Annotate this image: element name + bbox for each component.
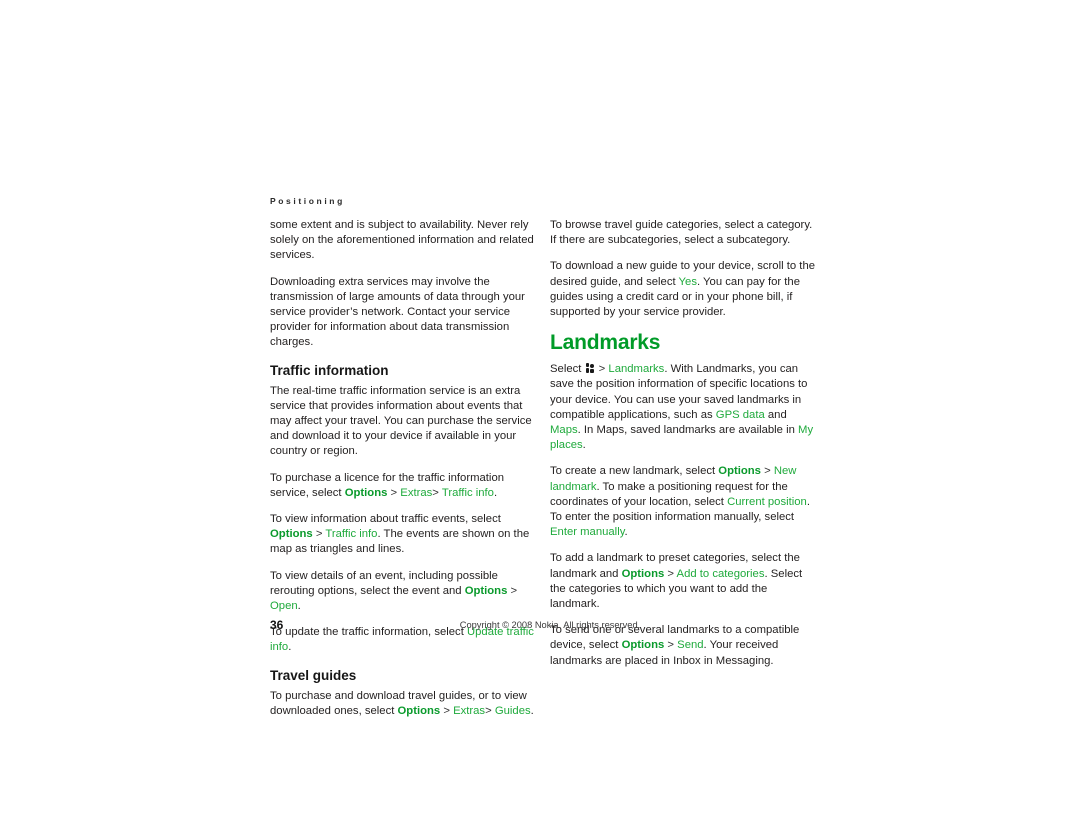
- text-run: .: [288, 641, 292, 654]
- text-run: To view information about traffic events…: [270, 513, 501, 526]
- menu-separator: >: [664, 567, 677, 580]
- text-run: . In Maps, saved landmarks are available…: [577, 424, 799, 437]
- paragraph-download-new-guide: To download a new guide to your device, …: [550, 259, 818, 320]
- paragraph-purchase-licence: To purchase a licence for the traffic in…: [270, 471, 538, 501]
- text-run: .: [297, 600, 301, 613]
- menu-term-extras: Extras: [453, 704, 486, 717]
- text-run: .: [493, 486, 498, 499]
- paragraph-realtime-traffic-service: The real-time traffic information servic…: [270, 384, 532, 458]
- paragraph-downloading-extra-services: Downloading extra services may involve t…: [270, 275, 525, 349]
- menu-term-options: Options: [621, 639, 665, 652]
- menu-term-send: Send: [677, 639, 704, 652]
- menu-separator: >: [485, 704, 495, 717]
- menu-term-add-to-categories: Add to categories: [676, 567, 765, 580]
- menu-term-options: Options: [621, 567, 665, 580]
- paragraph-browse-guide-categories: To browse travel guide categories, selec…: [550, 219, 813, 247]
- paragraph-availability: some extent and is subject to availabili…: [270, 219, 534, 262]
- footer-copyright: Copyright © 2008 Nokia. All rights reser…: [459, 620, 641, 630]
- menu-separator: >: [760, 465, 774, 478]
- right-column: To browse travel guide categories, selec…: [550, 218, 818, 680]
- paragraph-view-traffic-events: To view information about traffic events…: [270, 512, 538, 558]
- menu-key-icon: [585, 363, 595, 373]
- menu-term-yes: Yes: [678, 275, 697, 288]
- text-run: .: [530, 704, 534, 717]
- text-run: and: [764, 408, 787, 421]
- menu-separator: >: [595, 363, 609, 376]
- text-run: To create a new landmark, select: [550, 465, 719, 478]
- left-column: some extent and is subject to availabili…: [270, 218, 538, 730]
- menu-term-gps-data: GPS data: [715, 408, 765, 421]
- menu-term-guides: Guides: [494, 704, 531, 717]
- menu-term-options: Options: [397, 704, 441, 717]
- running-header: Positioning: [270, 196, 345, 206]
- text-run: .: [624, 526, 628, 539]
- text-run: Select: [550, 363, 585, 376]
- menu-term-landmarks: Landmarks: [608, 363, 665, 376]
- text-run: .: [582, 439, 586, 452]
- paragraph-landmarks-intro: Select > Landmarks. With Landmarks, you …: [550, 362, 818, 453]
- heading-traffic-information: Traffic information: [270, 362, 389, 378]
- menu-term-open: Open: [270, 600, 298, 613]
- menu-separator: >: [387, 486, 401, 499]
- paragraph-purchase-travel-guides: To purchase and download travel guides, …: [270, 689, 538, 719]
- menu-separator: >: [432, 486, 442, 499]
- paragraph-add-landmark-to-categories: To add a landmark to preset categories, …: [550, 551, 818, 612]
- heading-travel-guides: Travel guides: [270, 667, 357, 683]
- menu-term-options: Options: [718, 465, 761, 478]
- menu-term-current-position: Current position: [727, 495, 807, 508]
- paragraph-view-event-details: To view details of an event, including p…: [270, 569, 538, 615]
- menu-term-extras: Extras: [400, 486, 433, 499]
- paragraph-create-new-landmark: To create a new landmark, select Options…: [550, 464, 818, 540]
- menu-separator: >: [664, 639, 678, 652]
- menu-term-enter-manually: Enter manually: [550, 526, 625, 539]
- menu-term-traffic-info: Traffic info: [325, 528, 378, 541]
- menu-term-maps: Maps: [550, 424, 578, 437]
- paragraph-send-landmarks: To send one or several landmarks to a co…: [550, 623, 818, 669]
- menu-separator: >: [507, 584, 518, 597]
- menu-term-traffic-info: Traffic info: [441, 486, 494, 499]
- menu-term-options: Options: [464, 584, 508, 597]
- menu-separator: >: [312, 528, 326, 541]
- menu-separator: >: [440, 704, 454, 717]
- document-page: Positioning some extent and is subject t…: [0, 0, 1080, 834]
- menu-term-options: Options: [270, 528, 313, 541]
- menu-term-options: Options: [344, 486, 388, 499]
- heading-landmarks: Landmarks: [550, 331, 661, 355]
